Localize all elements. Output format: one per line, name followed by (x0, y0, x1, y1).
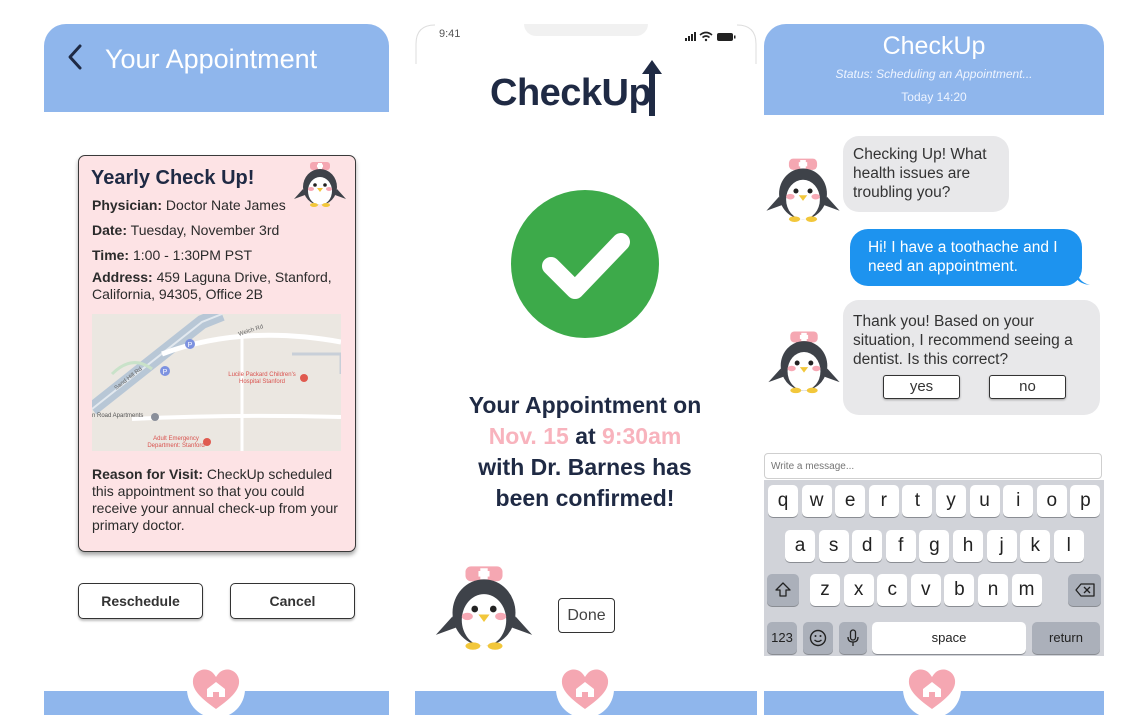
map-label-apartments: n Road Apartments (92, 413, 144, 419)
key-z[interactable]: z (810, 574, 840, 606)
physician-value: Doctor Nate James (165, 197, 286, 213)
confirm-line-1: Your Appointment on (468, 392, 702, 418)
key-return[interactable]: return (1032, 622, 1100, 654)
physician-line: Physician: Doctor Nate James (92, 197, 286, 213)
map-label-emergency: Adult Emergency Department: Stanford (147, 436, 205, 449)
page-title: Your Appointment (105, 44, 318, 74)
key-x[interactable]: x (843, 574, 874, 606)
date-line: Date: Tuesday, November 3rd (92, 222, 280, 238)
key-d[interactable]: d (852, 530, 883, 562)
no-button[interactable]: no (989, 375, 1066, 399)
key-l[interactable]: l (1053, 530, 1084, 562)
chat-date: Today 14:20 (901, 90, 967, 104)
status-bar-time: 9:41 (439, 28, 461, 40)
checkup-logo: CheckUp (490, 72, 652, 114)
backspace-icon[interactable] (1068, 574, 1101, 606)
address-line: Address: 459 Laguna Drive, Stanford, Cal… (92, 269, 332, 302)
key-p[interactable]: p (1070, 485, 1101, 517)
key-y[interactable]: y (936, 485, 966, 517)
back-arrow-icon[interactable] (66, 43, 84, 79)
key-j[interactable]: j (986, 530, 1017, 562)
heart-home-icon (192, 669, 240, 709)
time-value: 1:00 - 1:30PM PST (132, 247, 253, 263)
reschedule-button[interactable]: Reschedule (78, 583, 203, 619)
checkmark-success-icon (511, 190, 659, 343)
user-message: Hi! I have a toothache and I need an app… (850, 229, 1082, 286)
bot-message-2-text: Thank you! Based on your situation, I re… (853, 313, 1073, 368)
appointment-card: Yearly Check Up! Physician: Doctor Nate … (78, 155, 356, 552)
time-line: Time: 1:00 - 1:30PM PST (92, 247, 253, 263)
bot-avatar-icon (765, 157, 841, 230)
logo-arrow-icon (641, 60, 663, 123)
key-b[interactable]: b (944, 574, 975, 606)
key-v[interactable]: v (910, 574, 941, 606)
key-n[interactable]: n (978, 574, 1008, 606)
key-s[interactable]: s (818, 530, 849, 562)
chat-status: Status: Scheduling an Appointment... (835, 67, 1033, 81)
key-m[interactable]: m (1011, 574, 1042, 606)
svg-text:P: P (163, 369, 168, 376)
chat-title: CheckUp (882, 32, 986, 60)
done-button[interactable]: Done (558, 598, 615, 633)
bot-avatar-icon (767, 330, 841, 401)
home-heart-button-2[interactable] (556, 660, 614, 718)
cancel-button[interactable]: Cancel (230, 583, 355, 619)
home-heart-button-1[interactable] (187, 660, 245, 718)
key-space[interactable]: space (872, 622, 1026, 654)
key-r[interactable]: r (868, 485, 899, 517)
appointment-time: 9:30am (602, 423, 682, 449)
confirmation-message: Your Appointment on Nov. 15 at 9:30am wi… (430, 390, 740, 514)
shift-icon[interactable] (767, 574, 799, 606)
key-k[interactable]: k (1020, 530, 1051, 562)
confirm-line-2: Nov. 15 at 9:30am (488, 423, 682, 449)
key-w[interactable]: w (801, 485, 832, 517)
key-h[interactable]: h (953, 530, 983, 562)
heart-home-icon (908, 669, 956, 709)
message-input[interactable] (764, 453, 1102, 479)
home-heart-button-3[interactable] (903, 660, 961, 718)
key-q[interactable]: q (768, 485, 798, 517)
card-title: Yearly Check Up! (91, 167, 255, 189)
confirm-line-3: with Dr. Barnes has (478, 454, 692, 480)
key-o[interactable]: o (1036, 485, 1067, 517)
heart-home-icon (561, 669, 609, 709)
keyboard: qwertyuiop asdfghjkl zxcvbnm 123 space ret… (764, 480, 1104, 656)
status-icons (685, 29, 737, 47)
doctor-name: Dr. Barnes (530, 454, 646, 480)
key-t[interactable]: t (902, 485, 933, 517)
penguin-mascot-icon (434, 563, 534, 660)
yes-button[interactable]: yes (883, 375, 960, 399)
svg-text:P: P (188, 342, 193, 349)
phone-notch (524, 24, 648, 36)
user-bubble-tail (1076, 270, 1090, 291)
confirm-line-4: been confirmed! (495, 485, 675, 511)
key-i[interactable]: i (1003, 485, 1034, 517)
bot-message-1: Checking Up! What health issues are trou… (843, 136, 1009, 212)
appointment-date: Nov. 15 (488, 423, 569, 449)
key-numbers[interactable]: 123 (767, 622, 797, 654)
key-c[interactable]: c (877, 574, 908, 606)
bot-message-2: Thank you! Based on your situation, I re… (843, 300, 1100, 415)
microphone-icon[interactable] (839, 622, 867, 654)
location-map[interactable]: P P Welch Rd Sand Hill Rd Lucile Packard… (92, 314, 341, 451)
key-e[interactable]: e (835, 485, 866, 517)
emoji-icon[interactable] (803, 622, 833, 654)
date-value: Tuesday, November 3rd (130, 222, 280, 238)
map-label-hospital: Lucile Packard Children's Hospital Stanf… (228, 372, 296, 385)
key-f[interactable]: f (885, 530, 916, 562)
key-a[interactable]: a (785, 530, 815, 562)
key-u[interactable]: u (969, 485, 1000, 517)
reason-line: Reason for Visit: CheckUp scheduled this… (92, 466, 338, 533)
key-g[interactable]: g (919, 530, 950, 562)
